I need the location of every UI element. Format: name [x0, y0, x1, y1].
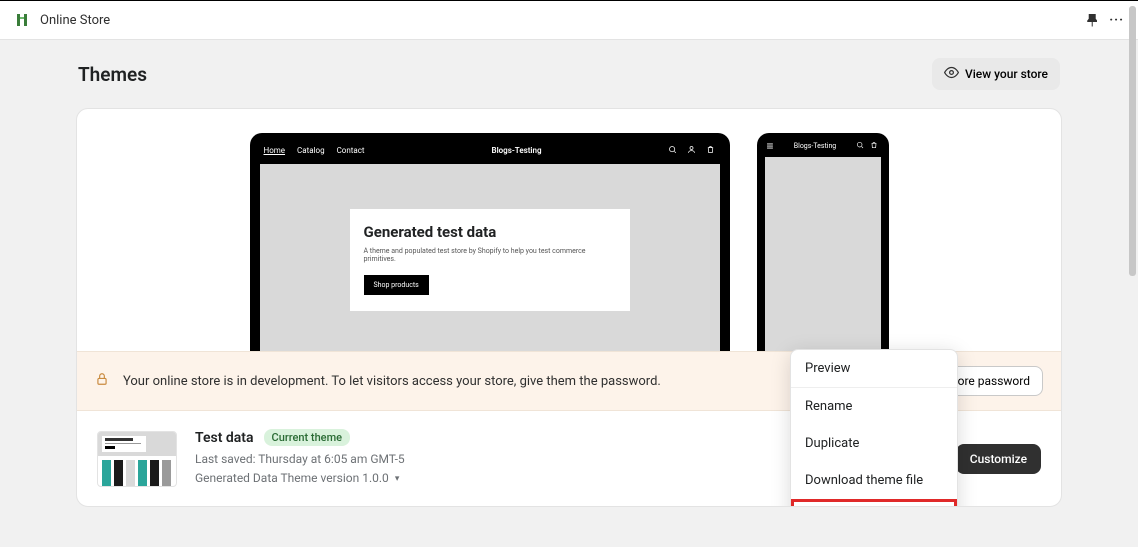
menu-download-theme-file[interactable]: Download theme file — [791, 462, 957, 499]
menu-preview[interactable]: Preview — [791, 350, 957, 388]
topbar-more-icon[interactable]: ··· — [1109, 13, 1124, 28]
desktop-nav-item: Catalog — [297, 146, 325, 155]
theme-card: Home Catalog Contact Blogs-Testing Gener… — [76, 108, 1062, 507]
hero-block: Generated test data A theme and populate… — [350, 209, 630, 311]
view-store-label: View your store — [965, 67, 1048, 81]
customize-button[interactable]: Customize — [956, 444, 1041, 474]
desktop-preview-header: Home Catalog Contact Blogs-Testing — [260, 143, 720, 164]
theme-name: Test data — [195, 430, 254, 446]
theme-thumbnail — [97, 431, 177, 487]
menu-edit-code[interactable]: Edit code — [791, 499, 957, 507]
menu-rename[interactable]: Rename — [791, 388, 957, 425]
lock-icon — [95, 372, 109, 390]
topbar-title: Online Store — [40, 13, 110, 28]
mobile-preview: ≡ Blogs-Testing — [757, 133, 889, 351]
hero-cta-button: Shop products — [364, 275, 429, 295]
theme-version: Generated Data Theme version 1.0.0 — [195, 469, 389, 488]
desktop-brand: Blogs-Testing — [491, 146, 541, 155]
pin-icon[interactable] — [1087, 14, 1097, 27]
desktop-preview: Home Catalog Contact Blogs-Testing Gener… — [250, 133, 730, 351]
topbar-right: ··· — [1087, 13, 1124, 28]
desktop-nav: Home Catalog Contact — [264, 146, 365, 155]
hero-title: Generated test data — [364, 223, 616, 241]
topbar: Online Store ··· — [0, 0, 1138, 40]
bag-icon — [706, 145, 715, 156]
scrollbar[interactable] — [1129, 6, 1136, 276]
mobile-preview-body — [765, 157, 881, 351]
desktop-nav-item: Contact — [337, 146, 365, 155]
mobile-header-icons — [856, 141, 878, 151]
page-title: Themes — [78, 63, 147, 86]
user-icon — [687, 145, 696, 156]
page: Themes View your store Home Catalog Cont… — [76, 40, 1062, 547]
app-logo-icon — [14, 12, 30, 28]
dev-banner-text: Your online store is in development. To … — [123, 374, 661, 389]
theme-more-menu: Preview Rename Duplicate Download theme … — [790, 349, 958, 507]
desktop-preview-body: Generated test data A theme and populate… — [260, 164, 720, 351]
theme-preview-area: Home Catalog Contact Blogs-Testing Gener… — [77, 109, 1061, 351]
mobile-brand: Blogs-Testing — [794, 142, 837, 150]
menu-icon: ≡ — [767, 143, 774, 150]
bag-icon — [870, 141, 878, 151]
desktop-header-icons — [668, 145, 715, 156]
mobile-preview-header: ≡ Blogs-Testing — [765, 141, 881, 157]
eye-icon — [944, 65, 959, 83]
topbar-left: Online Store — [14, 12, 110, 28]
current-theme-badge: Current theme — [264, 429, 351, 446]
search-icon — [856, 141, 864, 151]
desktop-nav-item: Home — [264, 146, 286, 155]
menu-duplicate[interactable]: Duplicate — [791, 425, 957, 462]
dev-banner-left: Your online store is in development. To … — [95, 372, 661, 390]
search-icon — [668, 145, 677, 156]
chevron-down-icon: ▾ — [395, 472, 400, 486]
hero-subtitle: A theme and populated test store by Shop… — [364, 247, 616, 263]
page-header: Themes View your store — [76, 58, 1062, 90]
view-store-button[interactable]: View your store — [932, 58, 1060, 90]
